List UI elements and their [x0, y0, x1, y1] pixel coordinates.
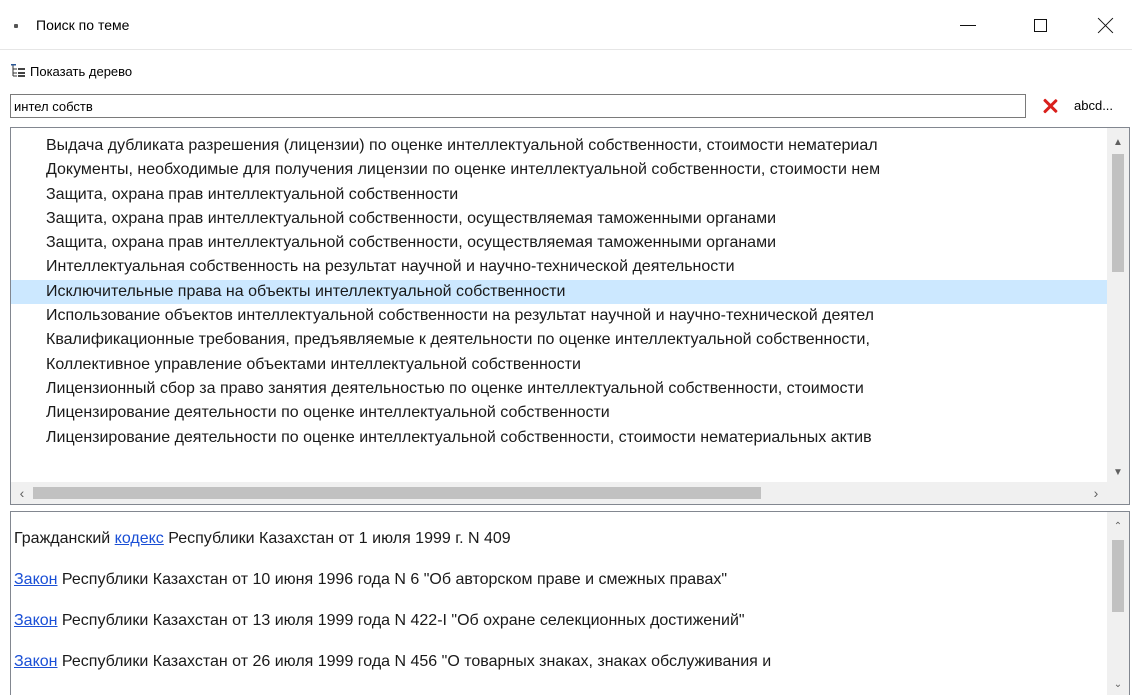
app-icon: [14, 24, 18, 28]
document-prefix: Гражданский: [14, 530, 115, 547]
search-row: abcd...: [0, 92, 1132, 124]
documents-vertical-scrollbar[interactable]: ⌃ ⌄: [1107, 512, 1129, 695]
documents-list: Гражданский кодекс Республики Казахстан …: [11, 528, 1107, 692]
topic-list-item[interactable]: Коллективное управление объектами интелл…: [11, 353, 1107, 377]
document-title: Республики Казахстан от 1 июля 1999 г. N…: [163, 530, 511, 547]
topic-list-item[interactable]: Квалификационные требования, предъявляем…: [11, 328, 1107, 352]
tree-icon: [10, 63, 26, 79]
toolbar: Показать дерево: [0, 50, 1132, 92]
document-title: Республики Казахстан от 13 июля 1999 год…: [57, 612, 745, 629]
document-item: Закон Республики Казахстан от 10 июня 19…: [11, 569, 1107, 610]
abcd-button[interactable]: abcd...: [1074, 98, 1113, 113]
scroll-up-icon[interactable]: ⌃: [1107, 516, 1129, 536]
minimize-button[interactable]: [945, 0, 991, 50]
topic-horizontal-scrollbar[interactable]: ‹ ›: [11, 482, 1107, 504]
document-item: Гражданский кодекс Республики Казахстан …: [11, 528, 1107, 569]
topic-list-panel: Выдача дубликата разрешения (лицензии) п…: [10, 127, 1130, 505]
minimize-icon: [960, 24, 976, 26]
topic-list-item[interactable]: Документы, необходимые для получения лиц…: [11, 158, 1107, 182]
maximize-icon: [1033, 18, 1047, 32]
show-tree-label: Показать дерево: [30, 63, 133, 79]
topic-list-item[interactable]: Исключительные права на объекты интеллек…: [11, 279, 1107, 305]
clear-icon: [1043, 99, 1057, 113]
document-title: Республики Казахстан от 10 июня 1996 год…: [57, 571, 728, 588]
scroll-thumb[interactable]: [1112, 540, 1124, 612]
scroll-thumb-horizontal[interactable]: [33, 487, 761, 499]
topic-list-item[interactable]: Выдача дубликата разрешения (лицензии) п…: [11, 134, 1107, 158]
topic-list-item[interactable]: Лицензирование деятельности по оценке ин…: [11, 401, 1107, 425]
scroll-up-icon[interactable]: ▲: [1107, 132, 1129, 152]
topic-list[interactable]: Выдача дубликата разрешения (лицензии) п…: [11, 134, 1107, 476]
close-icon: [1098, 17, 1114, 33]
clear-search-button[interactable]: [1040, 96, 1060, 116]
topic-list-item[interactable]: Защита, охрана прав интеллектуальной соб…: [11, 207, 1107, 231]
scroll-down-icon[interactable]: ▼: [1107, 462, 1129, 482]
topic-list-item[interactable]: Лицензионный сбор за право занятия деяте…: [11, 377, 1107, 401]
show-tree-button[interactable]: Показать дерево: [10, 60, 132, 82]
maximize-button[interactable]: [1017, 0, 1063, 50]
search-input[interactable]: [10, 94, 1026, 118]
topic-list-item[interactable]: Использование объектов интеллектуальной …: [11, 304, 1107, 328]
document-title: Республики Казахстан от 26 июля 1999 год…: [57, 653, 772, 670]
close-button[interactable]: [1079, 0, 1132, 50]
document-item: Закон Республики Казахстан от 26 июля 19…: [11, 651, 1107, 692]
document-link[interactable]: Закон: [14, 653, 57, 670]
document-link[interactable]: Закон: [14, 612, 57, 629]
topic-list-item[interactable]: Защита, охрана прав интеллектуальной соб…: [11, 183, 1107, 207]
documents-panel: Гражданский кодекс Республики Казахстан …: [10, 511, 1130, 695]
title-bar: Поиск по теме: [0, 0, 1132, 50]
document-item: Закон Республики Казахстан от 13 июля 19…: [11, 610, 1107, 651]
scroll-corner: [1107, 482, 1129, 504]
scroll-thumb[interactable]: [1112, 154, 1124, 272]
document-link[interactable]: кодекс: [115, 530, 164, 547]
topic-list-item[interactable]: Интеллектуальная собственность на резуль…: [11, 255, 1107, 279]
topic-list-item[interactable]: Защита, охрана прав интеллектуальной соб…: [11, 231, 1107, 255]
scroll-left-icon[interactable]: ‹: [11, 482, 33, 504]
document-link[interactable]: Закон: [14, 571, 57, 588]
scroll-right-icon[interactable]: ›: [1085, 482, 1107, 504]
window-title: Поиск по теме: [36, 17, 130, 33]
topic-list-item[interactable]: Лицензирование деятельности по оценке ин…: [11, 426, 1107, 450]
scroll-down-icon[interactable]: ⌄: [1107, 674, 1129, 694]
topic-vertical-scrollbar[interactable]: ▲ ▼: [1107, 128, 1129, 482]
